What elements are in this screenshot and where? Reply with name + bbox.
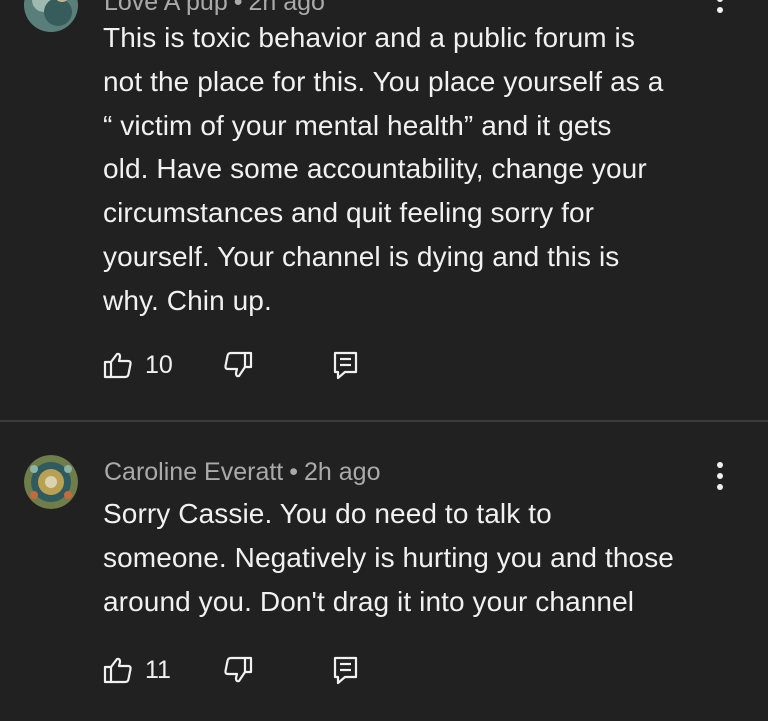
like-button[interactable]: 10	[103, 348, 223, 382]
reply-button[interactable]	[333, 653, 359, 687]
comment: Love A pup • 2h ago This is toxic behavior…	[0, 0, 768, 420]
reply-icon	[333, 350, 359, 380]
comment-time: 2h ago	[248, 0, 325, 16]
comment-author[interactable]: Love A pup	[104, 0, 228, 16]
comment-actions: 10	[103, 348, 359, 382]
avatar[interactable]	[24, 455, 78, 509]
comment-author[interactable]: Caroline Everatt	[104, 458, 283, 486]
reply-button[interactable]	[333, 348, 359, 382]
thumb-down-icon	[223, 350, 253, 380]
comment: Caroline Everatt • 2h ago Sorry Cassie. Yo…	[0, 422, 768, 721]
like-count: 11	[145, 655, 171, 684]
dislike-button[interactable]	[223, 653, 333, 687]
dislike-button[interactable]	[223, 348, 333, 382]
comment-text: This is toxic behavior and a public foru…	[103, 22, 664, 316]
more-vert-icon[interactable]	[716, 462, 724, 492]
like-count: 10	[145, 350, 173, 379]
thumb-up-icon	[103, 350, 133, 380]
comment-text: Sorry Cassie. You do need to talk to som…	[103, 498, 674, 617]
comment-meta: Caroline Everatt • 2h ago	[104, 458, 380, 487]
comments-page: Love A pup • 2h ago This is toxic behavior…	[0, 0, 768, 721]
thumb-down-icon	[223, 655, 253, 685]
like-button[interactable]: 11	[103, 653, 223, 687]
more-vert-icon[interactable]	[716, 0, 724, 15]
comment-actions: 11	[103, 653, 359, 687]
comment-time: 2h ago	[304, 458, 381, 486]
meta-separator: •	[233, 0, 243, 16]
meta-separator: •	[289, 458, 299, 486]
reply-icon	[333, 655, 359, 685]
thumb-up-icon	[103, 655, 133, 685]
comment-meta: Love A pup • 2h ago	[104, 0, 325, 17]
avatar[interactable]	[24, 0, 78, 32]
